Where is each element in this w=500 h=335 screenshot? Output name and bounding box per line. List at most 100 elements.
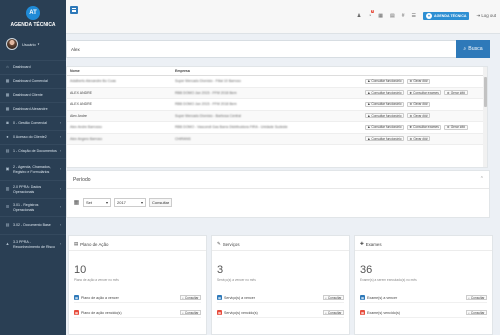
- sidebar-item-registros-operacionais[interactable]: ☰ 3.01 - Registros Operacionais ›: [0, 198, 66, 216]
- consultar-funcionario-button[interactable]: ♟ Consultar funcionário: [365, 136, 404, 142]
- gerar-button[interactable]: ⚙ Gerar ###: [406, 101, 431, 107]
- card-row-vencidos[interactable]: ▦ Serviço(s) vencido(s) ⌕ Consultar: [217, 308, 344, 318]
- employee-name: Alex Angero Barroso: [70, 136, 103, 141]
- sidebar-item-gestao-comercial[interactable]: ◙ 0 - Gestão Comercial ›: [0, 116, 66, 130]
- sidebar-item-dashboard-comercial[interactable]: ▦ Dashboard Comercial: [0, 74, 66, 88]
- consultar-button[interactable]: ⌕ Consultar: [322, 295, 344, 300]
- card-title: ✚ Exames: [360, 241, 382, 247]
- results-table-panel: Nome Empresa Adalberto Alexandre Bo Coas…: [66, 66, 488, 168]
- user-profile[interactable]: Usuário ▾: [0, 34, 66, 54]
- employee-name: Alex Andre: [70, 113, 87, 118]
- card-row-label: Exame(s) vencido(s): [367, 310, 400, 315]
- consultar-funcionario-button[interactable]: ♟ Consultar funcionário: [365, 78, 404, 84]
- card-row-vencidos[interactable]: ▦ Plano de ação vencido(s) ⌕ Consultar: [74, 308, 201, 318]
- dashboard-icon: ▦: [5, 106, 10, 112]
- consultar-button[interactable]: ⌕ Consultar: [465, 310, 487, 315]
- search-button[interactable]: ⌕ Busca: [456, 40, 490, 58]
- consultar-button[interactable]: Consultar: [149, 198, 173, 207]
- medkit-icon: ✚: [360, 241, 364, 246]
- calendar-icon: ▦: [74, 295, 79, 300]
- brand[interactable]: AT AGENDA TÉCNICA: [0, 0, 66, 34]
- consultar-button[interactable]: ⌕ Consultar: [465, 295, 487, 300]
- sidebar-item-dashboard-alexandre[interactable]: ▦ Dashboard Alexandre: [0, 102, 66, 116]
- search-icon: ⌕: [325, 310, 327, 315]
- consultar-button[interactable]: ⌕ Consultar: [179, 295, 201, 300]
- hamburger-line: [72, 7, 76, 9]
- calendar-icon: ▦: [360, 310, 365, 315]
- employee-name: ALEX ANDRE: [70, 102, 92, 107]
- consultar-funcionario-button[interactable]: ♟ Consultar funcionário: [365, 90, 404, 96]
- gerar-button[interactable]: ⚙ Gerar ###: [406, 78, 431, 84]
- top-logo[interactable]: ✦ AGENDA TÉCNICA: [423, 12, 470, 20]
- logout-link[interactable]: ⇥ Log out: [476, 13, 496, 19]
- button-label: Gerar ###: [413, 136, 428, 141]
- sidebar-item-acesso-cliente[interactable]: ● 0 Acesso do Cliente2 ›: [0, 130, 66, 144]
- sidebar-item-label: 3.01 - Registros Operacionais: [13, 203, 39, 212]
- card-row-a-vencer[interactable]: ▦ Serviço(s) a vencer ⌕ Consultar: [217, 293, 344, 303]
- gerar-button[interactable]: ⚙ Gerar ###: [406, 113, 431, 119]
- cell-empresa: Super Mercado Dionísio - Barbosa Central: [172, 110, 362, 122]
- month-select[interactable]: Set ▾: [83, 198, 111, 207]
- sidebar-item-dashboard[interactable]: ⌂ Dashboard: [0, 60, 66, 74]
- user-label: Usuário: [22, 41, 36, 47]
- table-row[interactable]: Alex Andre Super Mercado Dionísio - Barb…: [67, 110, 487, 122]
- card-title-label: Plano de Ação: [80, 241, 109, 247]
- logout-icon: ⇥: [476, 13, 481, 18]
- user-icon: ♟: [367, 136, 371, 141]
- card-plano-de-acao: ▤ Plano de Ação 10 Plano de ação a vence…: [68, 235, 207, 335]
- button-label: Gerar ###: [413, 113, 428, 118]
- sidebar-item-reconhecimento-risco[interactable]: ▲ 3.3 PPRA - Reconhecimento de Risco ›: [0, 234, 66, 254]
- button-label: Consultar exames: [413, 90, 439, 95]
- hash-icon[interactable]: #: [402, 13, 405, 19]
- sidebar-item-criacao-documentos[interactable]: ▤ 1 - Criação de Documentos ›: [0, 144, 66, 158]
- sidebar-item-label: Dashboard Comercial: [13, 79, 48, 84]
- column-header: Nome: [67, 67, 172, 76]
- scrollbar[interactable]: [483, 67, 487, 167]
- button-label: Consultar: [470, 310, 485, 315]
- consultar-funcionario-button[interactable]: ♟ Consultar funcionário: [365, 113, 404, 119]
- consultar-exames-button[interactable]: ✚ Consultar exames: [406, 90, 442, 96]
- consultar-button[interactable]: ⌕ Consultar: [179, 310, 201, 315]
- table-row[interactable]: ALEX ANDRE RBB DOMO Jan 2015 - FFM 2018 …: [67, 87, 487, 99]
- scrollbar-thumb[interactable]: [483, 77, 487, 107]
- card-title-label: Exames: [365, 241, 382, 247]
- consultar-button[interactable]: ⌕ Consultar: [322, 310, 344, 315]
- sidebar-item-dashboard-cliente[interactable]: ▦ Dashboard Cliente: [0, 88, 66, 102]
- bell-icon[interactable]: ◔ 8: [368, 10, 375, 19]
- button-label: Consultar funcionário: [371, 125, 402, 130]
- card-row-a-vencer[interactable]: ▦ Plano de ação a vencer ⌕ Consultar: [74, 293, 201, 303]
- gerar-button[interactable]: ⚙ Gerar ###: [406, 136, 431, 142]
- year-select[interactable]: 2017 ▾: [114, 198, 146, 207]
- table-row[interactable]: Alex Angero Barroso CHIRANS ♟ Consultar f…: [67, 133, 487, 145]
- calendar-icon[interactable]: ▦: [378, 13, 383, 19]
- divider: [212, 250, 349, 251]
- hamburger-line: [72, 9, 76, 11]
- card-row-vencidos[interactable]: ▦ Exame(s) vencido(s) ⌕ Consultar: [360, 308, 487, 318]
- consultar-exames-button[interactable]: ✚ Consultar exames: [406, 124, 442, 130]
- company-name: Super Mercado Dionísio - Barbosa Central: [175, 113, 241, 118]
- user-icon[interactable]: ♟: [357, 13, 361, 19]
- divider: [69, 250, 206, 251]
- file-icon: ▤: [5, 148, 10, 154]
- card-row-a-vencer[interactable]: ▦ Exame(s) a vencer ⌕ Consultar: [360, 293, 487, 303]
- cell-nome: Alex Andre Barrosso: [67, 121, 172, 134]
- table-row[interactable]: Alex Andre Barrosso RBB DOMO - Vascondi …: [67, 121, 487, 134]
- sidebar-item-documento-base[interactable]: ▤ 3.02 - Documento Base ›: [0, 216, 66, 234]
- calendar-icon: ▦: [360, 295, 365, 300]
- grid-icon[interactable]: ▤: [390, 13, 395, 19]
- button-label: Consultar: [327, 310, 342, 315]
- user-icon: ♟: [367, 113, 371, 118]
- table-row[interactable]: ALEX ANDRE RBB DOMO Jan 2015 - FFM 2018 …: [67, 98, 487, 111]
- sidebar-item-ppra-dados[interactable]: ▥ 2.0 PPRA: Dados Operacionais ›: [0, 180, 66, 198]
- sidebar-item-agenda-chamados[interactable]: ▣ 2 - Agenda, Chamados, Registro e Formu…: [0, 158, 66, 180]
- search-input[interactable]: [67, 41, 457, 57]
- card-row-label: Serviço(s) a vencer: [224, 295, 255, 300]
- consultar-funcionario-button[interactable]: ♟ Consultar funcionário: [365, 101, 404, 107]
- gerar-button[interactable]: ⚙ Gerar ###: [444, 124, 468, 130]
- consultar-funcionario-button[interactable]: ♟ Consultar funcionário: [365, 124, 404, 130]
- list-icon[interactable]: ☰: [412, 13, 416, 19]
- table-row[interactable]: Adalberto Alexandre Bo Coas Super Mercad…: [67, 75, 487, 88]
- menu-toggle-button[interactable]: [70, 6, 78, 14]
- collapse-chevron-icon[interactable]: ⌃: [480, 176, 484, 182]
- gerar-button[interactable]: ⚙ Gerar ###: [444, 90, 468, 96]
